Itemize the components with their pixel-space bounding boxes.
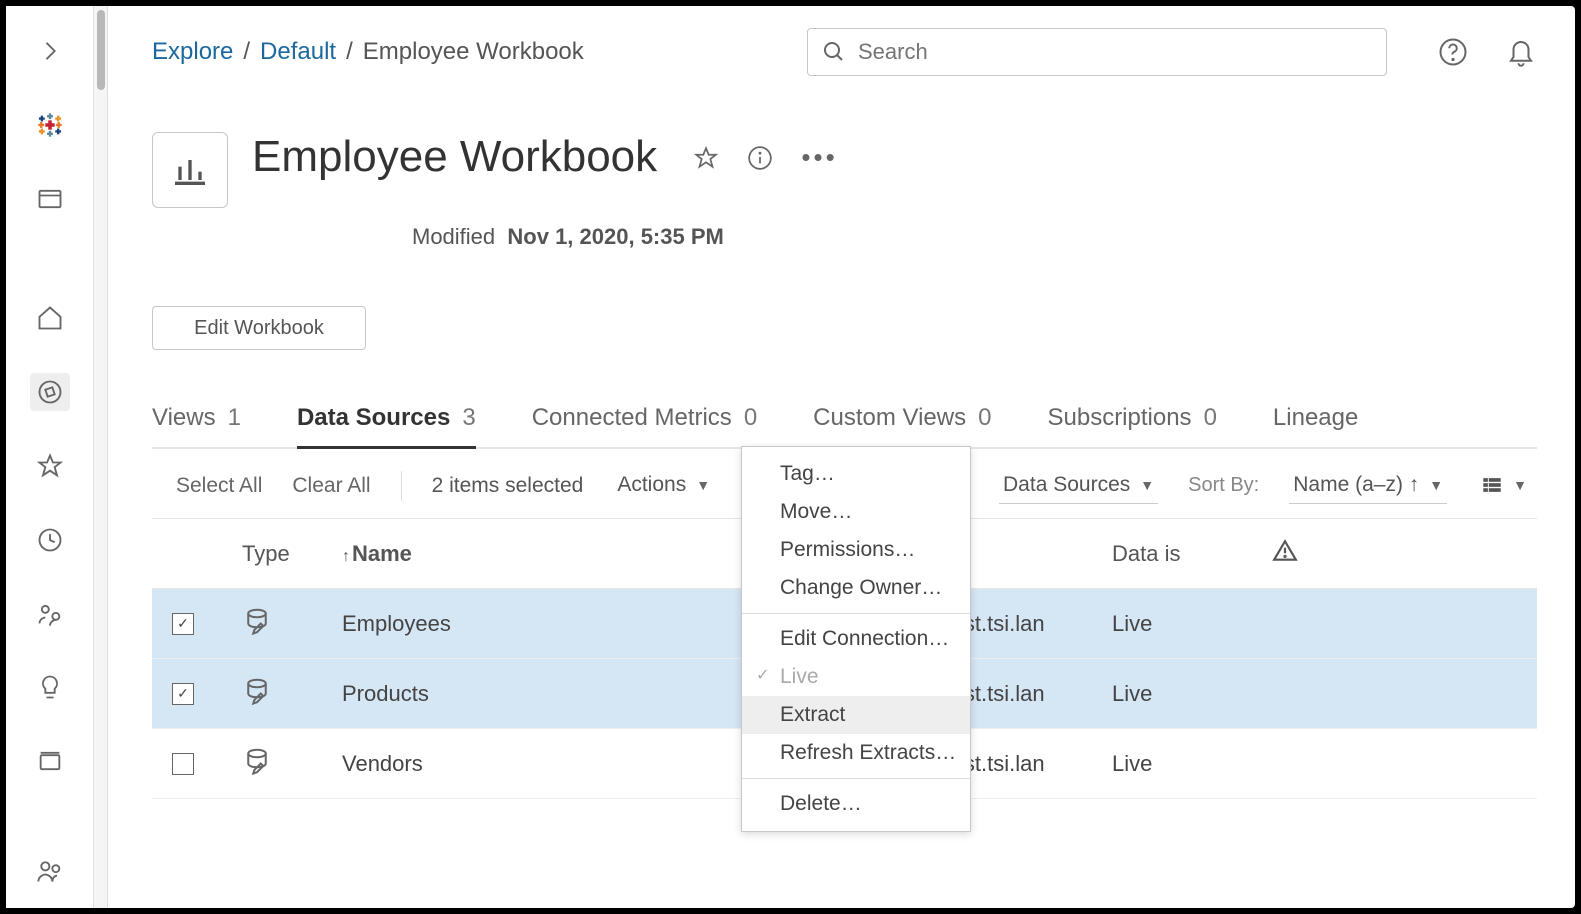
collections-icon[interactable] (30, 742, 70, 780)
tab-views[interactable]: Views 1 (152, 404, 241, 449)
breadcrumb-project[interactable]: Default (260, 38, 336, 66)
caret-down-icon: ▼ (1429, 477, 1443, 493)
tab-connected-metrics[interactable]: Connected Metrics 0 (532, 404, 757, 449)
tab-subscriptions[interactable]: Subscriptions 0 (1047, 404, 1216, 449)
page-title: Employee Workbook (252, 132, 657, 181)
breadcrumb: Explore / Default / Employee Workbook (152, 38, 584, 66)
modified-label: Modified (412, 224, 495, 249)
tabs: Views 1 Data Sources 3 Connected Metrics… (152, 404, 1537, 449)
check-icon: ✓ (756, 665, 769, 685)
menu-divider (742, 613, 970, 614)
tab-label: Custom Views (813, 404, 966, 432)
search-input[interactable] (858, 39, 1372, 65)
tab-count: 0 (744, 404, 757, 432)
actions-dropdown[interactable]: Actions ▼ (613, 467, 714, 504)
sort-by-value: Name (a–z) ↑ (1293, 473, 1419, 497)
actions-menu: Tag… Move… Permissions… Change Owner… Ed… (741, 446, 971, 832)
recommendations-icon[interactable] (30, 669, 70, 707)
tab-count: 3 (462, 404, 475, 432)
recents-icon[interactable] (30, 521, 70, 559)
title-row: Employee Workbook ••• (152, 132, 1537, 208)
notifications-icon[interactable] (1505, 36, 1537, 68)
sort-by-dropdown[interactable]: Name (a–z) ↑ ▼ (1289, 467, 1447, 504)
row-checkbox[interactable] (172, 753, 194, 775)
caret-down-icon: ▼ (696, 477, 710, 493)
caret-down-icon: ▼ (1140, 477, 1154, 493)
clear-all-link[interactable]: Clear All (292, 474, 370, 498)
explore-icon[interactable] (30, 373, 70, 411)
tab-lineage[interactable]: Lineage (1273, 404, 1358, 449)
window-icon[interactable] (30, 180, 70, 218)
modified-line: Modified Nov 1, 2020, 5:35 PM (152, 224, 1537, 250)
tableau-logo-icon[interactable] (30, 106, 70, 144)
col-data-is[interactable]: Data is (1112, 541, 1272, 567)
main-content: Explore / Default / Employee Workbook (108, 6, 1575, 908)
edit-workbook-button[interactable]: Edit Workbook (152, 306, 366, 350)
toolbar-divider (401, 471, 402, 501)
menu-item-move[interactable]: Move… (742, 493, 970, 531)
top-bar: Explore / Default / Employee Workbook (152, 28, 1537, 76)
show-as-value: Data Sources (1003, 473, 1130, 497)
search-box[interactable] (807, 28, 1387, 76)
menu-item-tag[interactable]: Tag… (742, 455, 970, 493)
scroll-thumb[interactable] (97, 10, 105, 90)
title-block: Employee Workbook ••• (252, 132, 838, 182)
modified-value: Nov 1, 2020, 5:35 PM (507, 224, 723, 249)
caret-down-icon: ▼ (1513, 477, 1527, 493)
tab-custom-views[interactable]: Custom Views 0 (813, 404, 991, 449)
tab-count: 0 (978, 404, 991, 432)
list-view-icon (1481, 474, 1503, 496)
row-checkbox[interactable]: ✓ (172, 613, 194, 635)
menu-divider (742, 778, 970, 779)
menu-item-permissions[interactable]: Permissions… (742, 531, 970, 569)
row-data-is: Live (1112, 611, 1272, 637)
breadcrumb-sep: / (243, 38, 250, 66)
breadcrumb-sep: / (346, 38, 353, 66)
shared-icon[interactable] (30, 595, 70, 633)
breadcrumb-current: Employee Workbook (363, 38, 584, 66)
col-alerts[interactable] (1272, 538, 1352, 570)
tab-label: Lineage (1273, 404, 1358, 432)
datasource-icon (242, 606, 342, 642)
home-icon[interactable] (30, 299, 70, 337)
tab-data-sources[interactable]: Data Sources 3 (297, 404, 476, 449)
selected-count: 2 items selected (432, 474, 584, 498)
left-rail (6, 6, 94, 908)
favorites-icon[interactable] (30, 447, 70, 485)
menu-item-live: ✓ Live (742, 658, 970, 696)
info-icon[interactable] (747, 132, 773, 182)
menu-item-extract[interactable]: Extract (742, 696, 970, 734)
menu-item-refresh-extracts[interactable]: Refresh Extracts… (742, 734, 970, 772)
sort-by-label: Sort By: (1188, 474, 1259, 497)
menu-item-delete[interactable]: Delete… (742, 785, 970, 823)
row-checkbox[interactable]: ✓ (172, 683, 194, 705)
row-data-is: Live (1112, 681, 1272, 707)
tab-count: 0 (1204, 404, 1217, 432)
content-scrollbar[interactable] (94, 6, 108, 908)
users-icon[interactable] (30, 852, 70, 890)
datasource-icon (242, 746, 342, 782)
select-all-link[interactable]: Select All (176, 474, 262, 498)
menu-item-edit-connection[interactable]: Edit Connection… (742, 620, 970, 658)
tab-label: Subscriptions (1047, 404, 1191, 432)
workbook-icon (152, 132, 228, 208)
col-type[interactable]: Type (242, 541, 342, 567)
row-data-is: Live (1112, 751, 1272, 777)
tab-label: Connected Metrics (532, 404, 732, 432)
tab-label: Views (152, 404, 216, 432)
menu-item-change-owner[interactable]: Change Owner… (742, 569, 970, 607)
breadcrumb-explore[interactable]: Explore (152, 38, 233, 66)
actions-label: Actions (617, 473, 686, 497)
help-icon[interactable] (1437, 36, 1469, 68)
collapse-icon[interactable] (30, 32, 70, 70)
show-as-dropdown[interactable]: Data Sources ▼ (999, 467, 1158, 504)
view-mode-dropdown[interactable]: ▼ (1477, 468, 1531, 503)
top-icons (1437, 36, 1537, 68)
favorite-star-icon[interactable] (693, 132, 719, 182)
datasource-icon (242, 676, 342, 712)
tab-label: Data Sources (297, 404, 450, 432)
search-icon (822, 40, 846, 64)
tab-count: 1 (228, 404, 241, 432)
more-actions-icon[interactable]: ••• (801, 142, 837, 173)
